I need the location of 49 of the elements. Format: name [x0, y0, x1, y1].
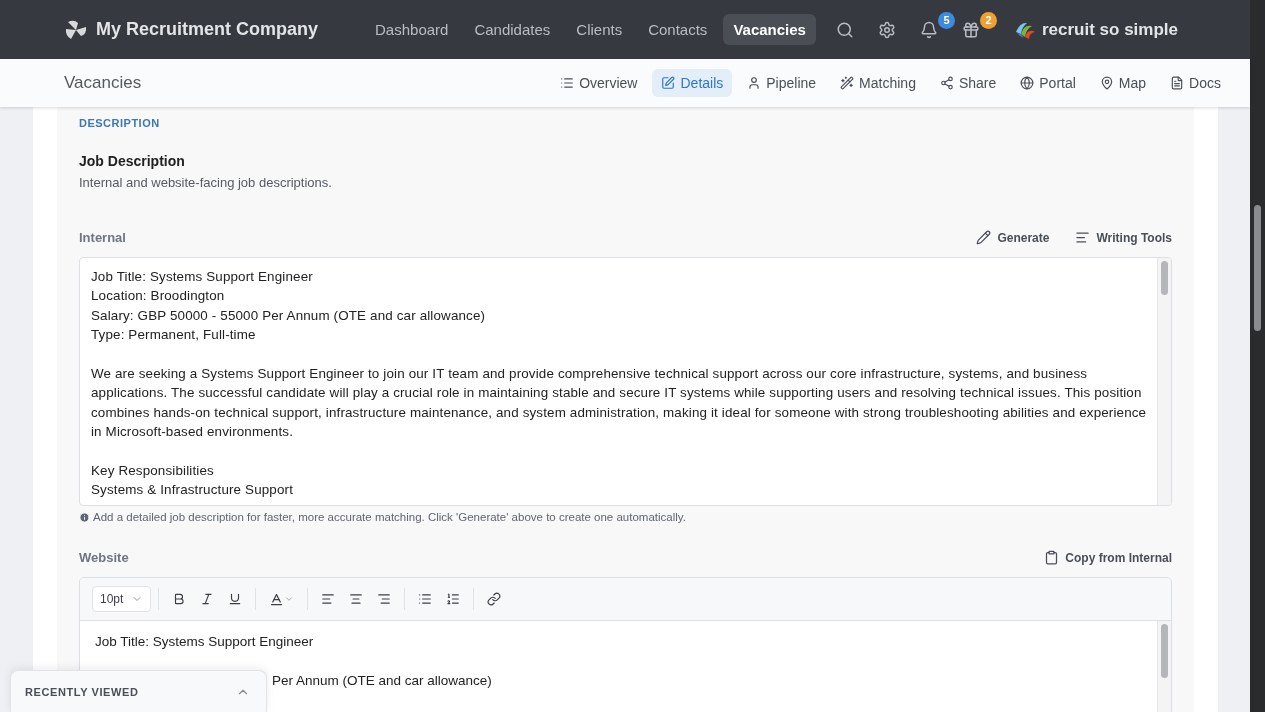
section-tab[interactable]: Portal — [1011, 69, 1085, 97]
notification-count: 5 — [937, 11, 955, 29]
section-tab[interactable]: Docs — [1161, 69, 1230, 97]
nav-link[interactable]: Candidates — [464, 14, 561, 45]
nav-link[interactable]: Dashboard — [365, 14, 459, 45]
field-label: Website — [79, 550, 129, 565]
action-link[interactable]: Generate — [976, 230, 1050, 245]
section-tab[interactable]: Pipeline — [738, 69, 826, 97]
nav-link[interactable]: Vacancies — [723, 14, 816, 45]
brand-logo-icon — [64, 18, 88, 41]
gift-count: 2 — [979, 11, 997, 29]
nav-link[interactable]: Clients — [566, 14, 633, 45]
hint-text: Add a detailed job description for faster, more accurate matching. Click 'Generate' above to create one automatically. — [79, 511, 1172, 523]
section-tab[interactable]: Map — [1090, 69, 1156, 97]
magic-wand-icon — [840, 76, 855, 90]
share-icon — [939, 76, 954, 90]
map-pin-icon — [1099, 76, 1114, 90]
action-link[interactable]: Writing Tools — [1075, 230, 1172, 245]
bell-icon[interactable] — [919, 20, 938, 39]
recently-viewed-panel[interactable]: RECENTLY VIEWED — [10, 670, 267, 712]
clipboard-icon — [1044, 550, 1060, 565]
company-name: My Recruitment Company — [96, 19, 319, 40]
section-heading: DESCRIPTION — [79, 117, 161, 129]
nav-link[interactable]: Contacts — [638, 14, 718, 45]
field-label: Internal — [79, 230, 126, 245]
section-subtitle: Internal and website-facing job descriptions. — [79, 175, 333, 190]
section-tab[interactable]: Share — [930, 69, 1006, 97]
font-size-select[interactable]: 10pt — [92, 586, 152, 612]
editor-text-line: Per Annum (OTE and car allowance) — [271, 672, 493, 690]
section-title: Job Description — [79, 153, 186, 169]
section-tab[interactable]: Details — [652, 69, 733, 97]
globe-icon — [1020, 76, 1035, 90]
internal-description-field[interactable]: Job Title: Systems Support Engineer Location: Broodington Salary: GBP 50000 - 55000 Per Annum (OTE and car allowance) Type: Permanent, Full-time We are seeking a Systems Support Engineer to join our IT team and provide comprehensive technical support across our core infrastructure, systems, and business applications. The successful candidate will play a crucial role in maintaining stable and secure IT systems while supporting users and resolving technical issues. This position combines hands-on technical support, infrastructure maintenance, and system administration, making it ideal for someone with strong troubleshooting abilities and experience in Microsoft-based environments. Key Responsibilities Systems & Infrastructure Support — [79, 257, 1172, 506]
page-title: Vacancies — [64, 73, 142, 93]
document-icon — [1170, 76, 1185, 90]
section-tab[interactable]: Overview — [551, 69, 647, 97]
action-link[interactable]: Copy from Internal — [1044, 550, 1172, 565]
page-scrollbar[interactable] — [1250, 0, 1265, 712]
list-icon — [560, 76, 575, 90]
pencil-icon — [976, 230, 992, 245]
editor-text-line: Job Title: Systems Support Engineer — [95, 633, 315, 651]
gift-icon[interactable] — [961, 20, 980, 39]
partner-name: recruit so simple — [1041, 19, 1178, 40]
section-tab[interactable]: Matching — [831, 69, 925, 97]
scrollbar[interactable] — [1157, 258, 1171, 505]
edit-icon — [661, 76, 676, 90]
text-lines-icon — [1075, 230, 1091, 245]
person-icon — [747, 76, 762, 90]
info-icon — [79, 511, 90, 523]
